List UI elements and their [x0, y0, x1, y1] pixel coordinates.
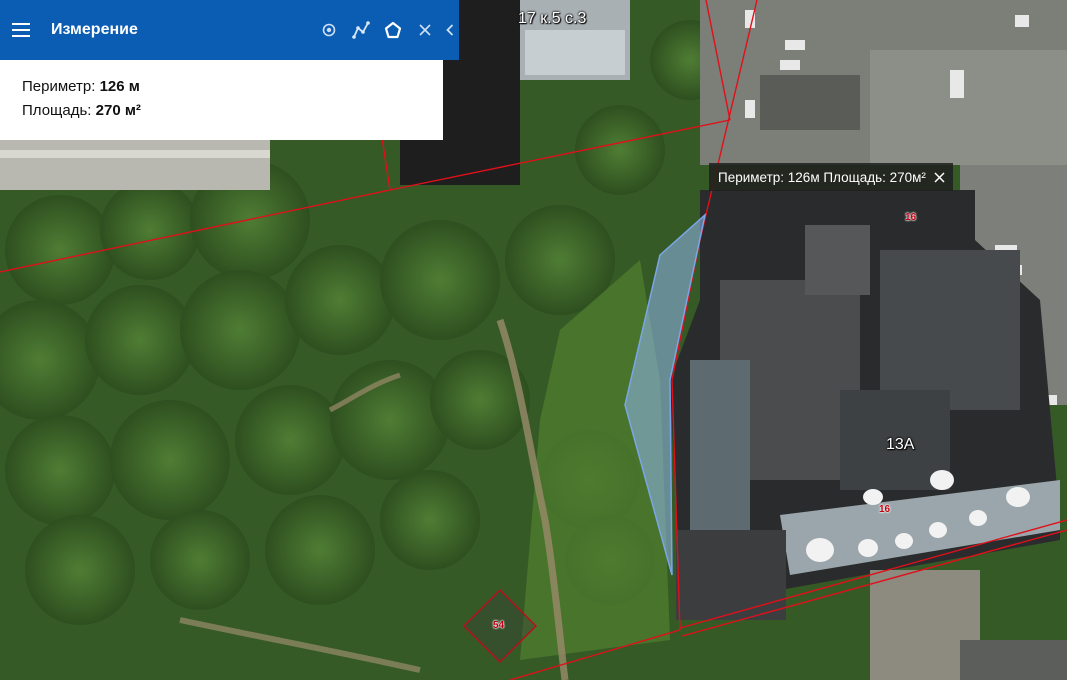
clear-button[interactable] [409, 0, 441, 60]
parking-lot [870, 50, 1067, 165]
tooltip-text: Периметр: 126м Площадь: 270м² [718, 169, 926, 185]
area-label: Площадь: [22, 102, 92, 119]
tooltip-close-button[interactable] [934, 171, 945, 183]
menu-icon [12, 23, 30, 37]
close-icon [419, 24, 431, 36]
building-roof [525, 30, 625, 75]
measurement-toolbar: Измерение [0, 0, 459, 60]
parking-lot [960, 640, 1067, 680]
toolbar-title: Измерение [51, 21, 138, 38]
area-value: 270 м² [95, 102, 141, 119]
measurement-tooltip: Периметр: 126м Площадь: 270м² [709, 163, 953, 191]
close-icon [934, 171, 945, 183]
polygon-icon [384, 21, 402, 39]
collapse-chevron-icon [446, 24, 454, 36]
building-roof [0, 150, 270, 158]
measurement-results-panel: Периметр: 126 м Площадь: 270 м² [0, 60, 443, 140]
collapse-button[interactable] [441, 0, 459, 60]
parcel-number: 54 [493, 620, 505, 631]
building-roof [690, 360, 750, 540]
area-row: Площадь: 270 м² [22, 99, 421, 123]
parking-lot [760, 75, 860, 130]
polygon-tool-button[interactable] [377, 0, 409, 60]
perimeter-value: 126 м [99, 78, 140, 95]
menu-button[interactable] [0, 0, 42, 60]
polyline-icon [352, 21, 370, 39]
point-tool-button[interactable] [313, 0, 345, 60]
polyline-tool-button[interactable] [345, 0, 377, 60]
building-roof [0, 140, 270, 190]
building-roof [805, 225, 870, 295]
building-label-main: 13А [886, 436, 915, 453]
building-label-top: 17 к.5 с.3 [518, 10, 587, 27]
point-icon [322, 23, 336, 37]
building-roof [676, 530, 786, 620]
building-roof [880, 250, 1020, 410]
parcel-number: 16 [905, 212, 917, 223]
perimeter-label: Периметр: [22, 78, 96, 95]
parcel-number: 16 [879, 504, 891, 515]
perimeter-row: Периметр: 126 м [22, 75, 421, 99]
